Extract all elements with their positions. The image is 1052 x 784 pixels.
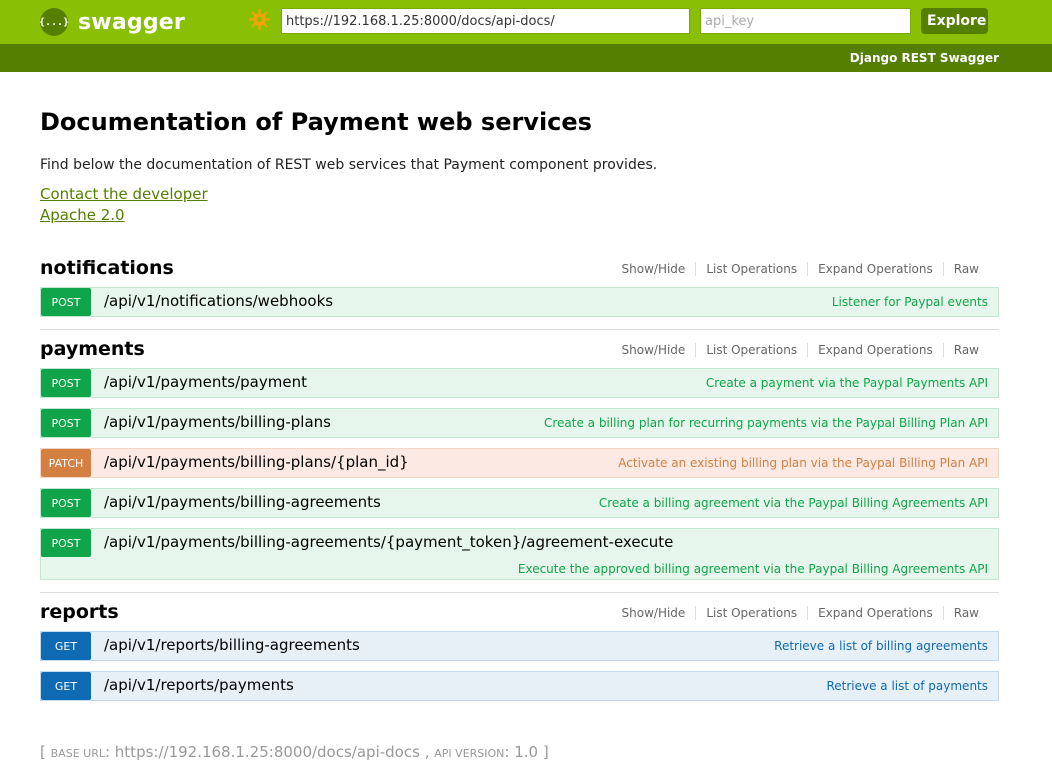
resource-payments: payments Show/Hide List Operations Expan… (40, 338, 999, 590)
operation-path[interactable]: /api/v1/payments/billing-plans (104, 413, 331, 431)
operation-path[interactable]: /api/v1/reports/billing-agreements (104, 636, 360, 654)
operation-summary[interactable]: Retrieve a list of billing agreements (774, 639, 988, 653)
base-url-label: base url (50, 747, 105, 760)
method-badge[interactable]: POST (41, 489, 91, 517)
resource-header: notifications Show/Hide List Operations … (40, 257, 999, 287)
page-title: Documentation of Payment web services (40, 108, 592, 136)
resource-options: Show/Hide List Operations Expand Operati… (612, 343, 989, 357)
resource-options: Show/Hide List Operations Expand Operati… (612, 262, 989, 276)
operation-summary[interactable]: Execute the approved billing agreement v… (518, 562, 988, 576)
list-operations-link[interactable]: List Operations (695, 606, 807, 620)
operation-path[interactable]: /api/v1/payments/billing-agreements/{pay… (104, 533, 673, 551)
api-url-input[interactable] (281, 8, 690, 34)
expand-operations-link[interactable]: Expand Operations (807, 262, 943, 276)
subbar-title: Django REST Swagger (849, 51, 999, 65)
sub-bar: Django REST Swagger (0, 44, 1052, 72)
operation-row[interactable]: PATCH /api/v1/payments/billing-plans/{pl… (40, 448, 999, 478)
swagger-logo[interactable]: {...} swagger (39, 8, 185, 36)
operation-row[interactable]: POST /api/v1/payments/billing-agreements… (40, 528, 999, 580)
operation-summary[interactable]: Retrieve a list of payments (826, 679, 988, 693)
divider (40, 329, 999, 330)
method-badge[interactable]: POST (41, 369, 91, 397)
gear-icon (249, 9, 270, 30)
operation-row[interactable]: GET /api/v1/reports/billing-agreements R… (40, 631, 999, 661)
operation-path[interactable]: /api/v1/reports/payments (104, 676, 294, 694)
show-hide-link[interactable]: Show/Hide (612, 606, 696, 620)
explore-button[interactable]: Explore (921, 8, 988, 34)
operation-summary[interactable]: Create a billing agreement via the Paypa… (599, 496, 988, 510)
resource-title[interactable]: payments (40, 338, 145, 360)
resource-title[interactable]: reports (40, 601, 119, 623)
resource-header: reports Show/Hide List Operations Expand… (40, 601, 999, 631)
expand-operations-link[interactable]: Expand Operations (807, 606, 943, 620)
operation-path[interactable]: /api/v1/payments/payment (104, 373, 307, 391)
api-version-value: 1.0 (514, 743, 539, 761)
contact-developer-link[interactable]: Contact the developer (40, 185, 208, 203)
resource-header: payments Show/Hide List Operations Expan… (40, 338, 999, 368)
operation-row[interactable]: POST /api/v1/payments/payment Create a p… (40, 368, 999, 398)
expand-operations-link[interactable]: Expand Operations (807, 343, 943, 357)
footer: [ base url: https://192.168.1.25:8000/do… (40, 743, 549, 761)
operation-row[interactable]: GET /api/v1/reports/payments Retrieve a … (40, 671, 999, 701)
show-hide-link[interactable]: Show/Hide (612, 343, 696, 357)
operation-row[interactable]: POST /api/v1/notifications/webhooks List… (40, 287, 999, 317)
operation-summary[interactable]: Listener for Paypal events (832, 295, 988, 309)
operation-row[interactable]: POST /api/v1/payments/billing-agreements… (40, 488, 999, 518)
divider (40, 592, 999, 593)
method-badge[interactable]: POST (41, 409, 91, 437)
api-key-input[interactable] (700, 8, 911, 34)
raw-link[interactable]: Raw (942, 262, 989, 276)
raw-link[interactable]: Raw (942, 606, 989, 620)
operation-summary[interactable]: Create a billing plan for recurring paym… (544, 416, 988, 430)
top-bar: {...} swagger Explore (0, 0, 1052, 44)
operation-path[interactable]: /api/v1/notifications/webhooks (104, 292, 333, 310)
method-badge[interactable]: PATCH (41, 449, 91, 477)
page-description: Find below the documentation of REST web… (40, 157, 658, 173)
resource-notifications: notifications Show/Hide List Operations … (40, 257, 999, 327)
swagger-logo-icon: {...} (39, 8, 69, 36)
resource-options: Show/Hide List Operations Expand Operati… (612, 606, 989, 620)
close-bracket: ] (542, 743, 549, 761)
logo-text: swagger (78, 9, 185, 35)
show-hide-link[interactable]: Show/Hide (612, 262, 696, 276)
method-badge[interactable]: POST (41, 529, 91, 557)
method-badge[interactable]: GET (41, 632, 91, 660)
operation-path[interactable]: /api/v1/payments/billing-plans/{plan_id} (104, 453, 409, 471)
operation-summary[interactable]: Activate an existing billing plan via th… (618, 456, 988, 470)
base-url-value: https://192.168.1.25:8000/docs/api-docs (114, 743, 420, 761)
open-bracket: [ (40, 743, 46, 761)
list-operations-link[interactable]: List Operations (695, 262, 807, 276)
operation-row[interactable]: POST /api/v1/payments/billing-plans Crea… (40, 408, 999, 438)
resource-title[interactable]: notifications (40, 257, 174, 279)
api-version-label: api version (434, 747, 505, 760)
list-operations-link[interactable]: List Operations (695, 343, 807, 357)
method-badge[interactable]: GET (41, 672, 91, 700)
operation-path[interactable]: /api/v1/payments/billing-agreements (104, 493, 381, 511)
footer-separator: , (424, 743, 430, 761)
method-badge[interactable]: POST (41, 288, 91, 316)
operation-summary[interactable]: Create a payment via the Paypal Payments… (706, 376, 988, 390)
resource-reports: reports Show/Hide List Operations Expand… (40, 601, 999, 711)
raw-link[interactable]: Raw (942, 343, 989, 357)
license-link[interactable]: Apache 2.0 (40, 206, 125, 224)
